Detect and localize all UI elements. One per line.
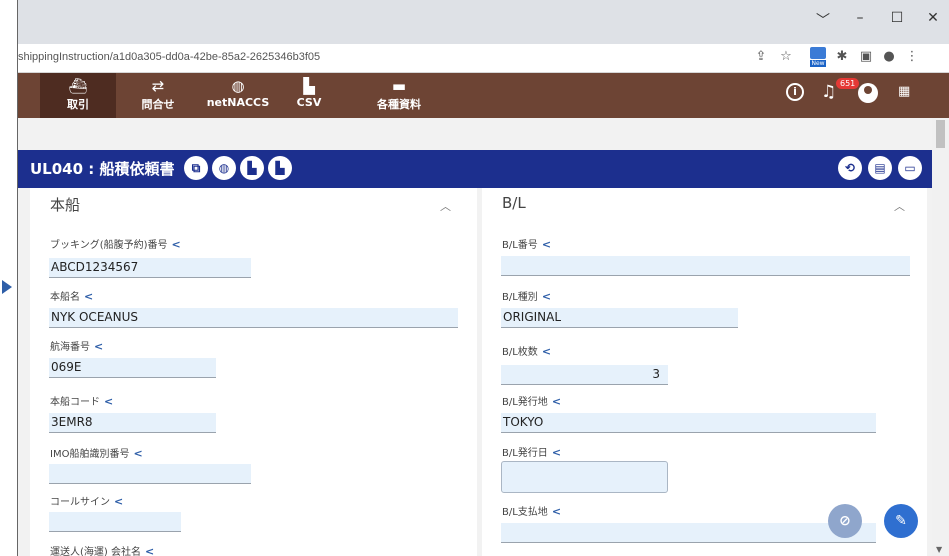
nav-item-label: CSV (296, 96, 322, 109)
new-badge-label: New (810, 60, 826, 67)
share-icon[interactable]: < (542, 290, 551, 303)
file-export-icon[interactable]: ▙ (268, 156, 292, 180)
nav-item-inquiry[interactable]: ⇄ 問合せ (128, 73, 188, 118)
menu-icon[interactable]: ⋮ (902, 49, 922, 64)
chevron-up-icon[interactable]: ︿ (440, 198, 451, 214)
field-label: B/L発行地 < (502, 395, 562, 408)
bl-issue-date-field[interactable] (501, 461, 668, 493)
share-icon[interactable]: < (552, 505, 561, 518)
bl-payment-place-field[interactable] (501, 523, 876, 543)
star-icon[interactable]: ☆ (776, 49, 796, 64)
share-icon[interactable]: < (114, 495, 123, 508)
minimize-button[interactable]: – (843, 10, 877, 26)
share-icon[interactable]: < (552, 395, 561, 408)
page-title: UL040 : 船積依頼書 (30, 160, 175, 178)
bell-icon[interactable]: ♫ (821, 82, 836, 102)
section-title: B/L (502, 194, 526, 212)
nav-item-csv[interactable]: ▙ CSV (284, 73, 334, 118)
nav-item-label: 問合せ (141, 98, 175, 111)
left-gutter (0, 0, 17, 556)
vessel-code-field[interactable]: 3EMR8 (49, 413, 216, 433)
globe-icon: ◍ (231, 77, 245, 95)
file-icon: ▙ (303, 77, 315, 95)
share-icon[interactable]: < (172, 238, 181, 251)
field-label: 運送人(海運) 会社名 < (50, 545, 155, 556)
scroll-down-icon[interactable]: ▼ (936, 545, 942, 554)
puzzle-icon[interactable]: ✱ (832, 49, 852, 64)
section-title: 本船 (50, 196, 81, 214)
address-bar: shippingInstruction/a1d0a305-dd0a-42be-8… (18, 44, 949, 73)
field-label: B/L枚数 < (502, 345, 552, 358)
browser-window: ﹀ – ☐ ✕ shippingInstruction/a1d0a305-dd0… (17, 0, 949, 556)
app-nav: ⛴ 取引 ⇄ 問合せ ◍ netNACCS ▙ CSV ▬ 各種資料 i ♫ 6… (18, 73, 949, 118)
bl-count-field[interactable]: 3 (501, 365, 668, 385)
notification-badge: 651 (836, 78, 860, 89)
share-icon[interactable]: < (542, 345, 551, 358)
field-label: B/L支払地 < (502, 505, 562, 518)
nav-item-netnaccs[interactable]: ◍ netNACCS (200, 73, 276, 118)
bl-section: B/L ︿ B/L番号 < B/L種別 < ORIGINAL B/L枚数 < 3 B/… (482, 188, 927, 556)
vessel-name-field[interactable]: NYK OCEANUS (49, 308, 458, 328)
copy-icon[interactable]: ⧉ (184, 156, 208, 180)
globe-icon[interactable]: ◍ (212, 156, 236, 180)
call-sign-field[interactable] (49, 512, 181, 532)
vertical-scrollbar[interactable]: ▼ (932, 118, 949, 556)
field-label: IMO船舶識別番号 < (50, 447, 143, 460)
field-label: コールサイン < (50, 495, 124, 508)
attach-button[interactable]: ⊘ (828, 504, 862, 538)
share-icon[interactable]: < (133, 447, 142, 460)
contact-icon[interactable]: ▤ (868, 156, 892, 180)
chevron-up-icon[interactable]: ︿ (894, 198, 905, 214)
apps-grid-icon[interactable]: ▦ (898, 84, 910, 99)
expand-arrow-icon[interactable] (2, 280, 12, 294)
ship-icon: ⛴ (68, 77, 88, 95)
bl-number-field[interactable] (501, 256, 910, 276)
info-icon[interactable]: i (786, 83, 804, 101)
share-icon[interactable]: < (104, 395, 113, 408)
title-bar: ﹀ – ☐ ✕ (18, 0, 949, 44)
url-text[interactable]: shippingInstruction/a1d0a305-dd0a-42be-8… (18, 51, 320, 63)
imo-number-field[interactable] (49, 464, 251, 484)
share-icon[interactable]: < (145, 545, 154, 556)
field-label: B/L種別 < (502, 290, 552, 303)
file-icon[interactable]: ▙ (240, 156, 264, 180)
history-icon[interactable]: ⟲ (838, 156, 862, 180)
bl-issue-place-field[interactable]: TOKYO (501, 413, 876, 433)
share-icon[interactable]: < (542, 238, 551, 251)
field-label: 本船コード < (50, 395, 114, 408)
nav-item-label: 各種資料 (377, 98, 421, 111)
folder-icon: ▬ (391, 77, 407, 95)
share-icon[interactable]: ⇪ (751, 49, 771, 64)
field-label: B/L番号 < (502, 238, 552, 251)
new-extension-icon[interactable]: New (810, 47, 826, 67)
bl-type-field[interactable]: ORIGINAL (501, 308, 738, 328)
share-icon[interactable]: < (94, 340, 103, 353)
sidebar-icon[interactable]: ▣ (856, 49, 876, 64)
booking-number-field[interactable]: ABCD1234567 (49, 258, 251, 278)
nav-item-documents[interactable]: ▬ 各種資料 (364, 73, 434, 118)
edit-button[interactable]: ✎ (884, 504, 918, 538)
share-icon[interactable]: < (552, 446, 561, 459)
field-label: 本船名 < (50, 290, 94, 303)
tab-search-icon[interactable]: ﹀ (806, 10, 840, 30)
maximize-button[interactable]: ☐ (880, 10, 914, 26)
nav-item-label: 取引 (67, 98, 89, 111)
field-label: 航海番号 < (50, 340, 104, 353)
nav-item-label: netNACCS (206, 96, 270, 109)
field-label: ブッキング(船腹予約)番号 < (50, 238, 181, 251)
scrollbar-thumb[interactable] (936, 120, 945, 148)
vessel-section: 本船 ︿ ブッキング(船腹予約)番号 < ABCD1234567 本船名 < NYK… (30, 188, 477, 556)
account-icon[interactable] (858, 83, 878, 103)
profile-icon[interactable]: ● (879, 49, 899, 64)
close-button[interactable]: ✕ (916, 10, 949, 26)
nav-item-transactions[interactable]: ⛴ 取引 (40, 73, 116, 118)
field-label: B/L発行日 < (502, 446, 562, 459)
chat-icon[interactable]: ▭ (898, 156, 922, 180)
page-content: UL040 : 船積依頼書 ⧉ ◍ ▙ ▙ ⟲ ▤ ▭ 本船 ︿ ブッキング(船… (18, 118, 933, 556)
screen-header: UL040 : 船積依頼書 ⧉ ◍ ▙ ▙ ⟲ ▤ ▭ (18, 150, 933, 188)
exchange-icon: ⇄ (151, 77, 165, 95)
share-icon[interactable]: < (84, 290, 93, 303)
voyage-number-field[interactable]: 069E (49, 358, 216, 378)
